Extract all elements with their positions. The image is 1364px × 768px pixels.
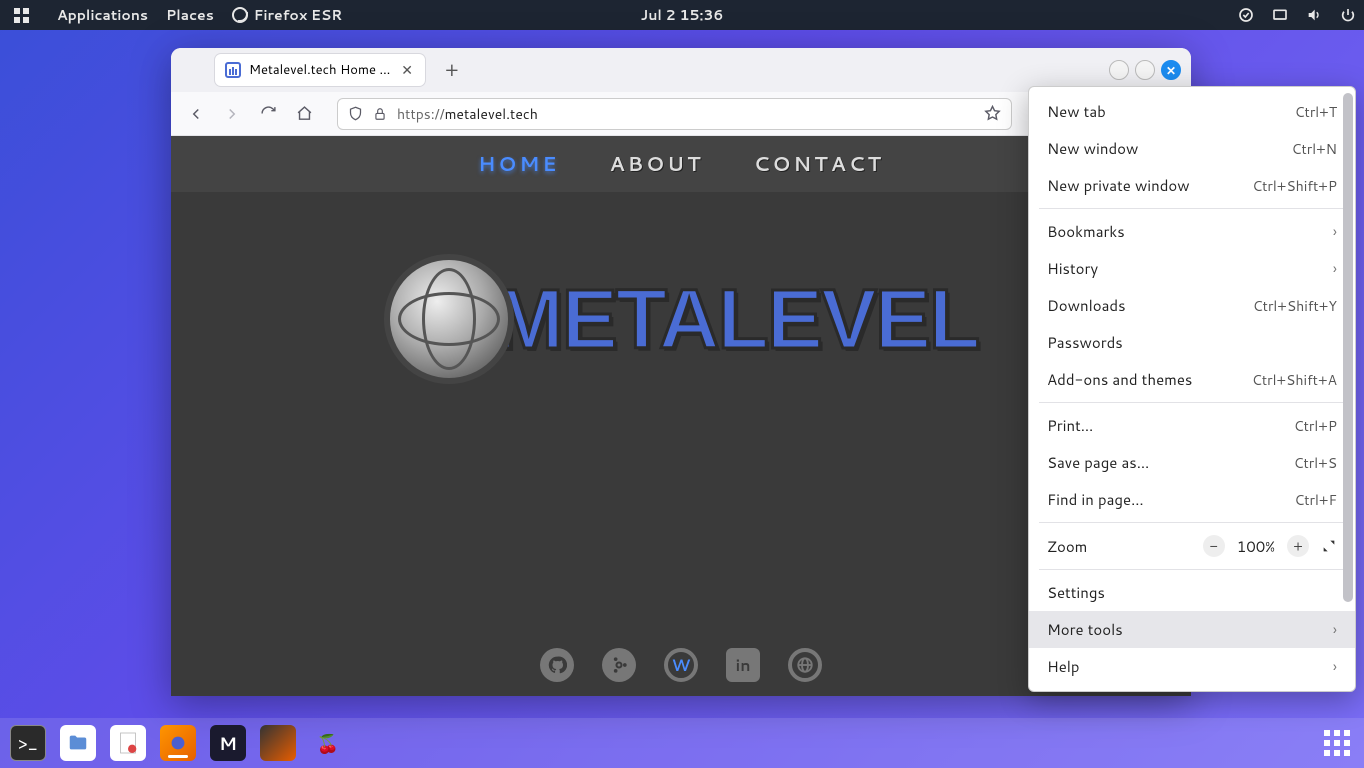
menu-new-window[interactable]: New windowCtrl+N — [1029, 130, 1355, 167]
new-tab-button[interactable]: + — [437, 52, 467, 88]
home-button[interactable] — [289, 99, 319, 129]
globe-icon — [384, 254, 514, 384]
check-circle-icon[interactable] — [1238, 7, 1254, 23]
menu-settings[interactable]: Settings — [1029, 574, 1355, 611]
menu-help[interactable]: Help› — [1029, 648, 1355, 685]
window-close-button[interactable]: ✕ — [1161, 60, 1181, 80]
app-menu: New tabCtrl+T New windowCtrl+N New priva… — [1028, 86, 1356, 692]
tab-title: Metalevel.tech Home Page — [249, 61, 391, 79]
web-icon[interactable] — [788, 648, 822, 682]
nav-contact[interactable]: CONTACT — [754, 150, 884, 178]
dock-terminal[interactable]: >_ — [10, 725, 46, 761]
nav-home[interactable]: HOME — [478, 150, 559, 178]
dock-text-editor[interactable] — [110, 725, 146, 761]
dock-firefox[interactable] — [160, 725, 196, 761]
linkedin-icon[interactable]: in — [726, 648, 760, 682]
dock-metasploit[interactable]: M — [210, 725, 246, 761]
menu-downloads[interactable]: DownloadsCtrl+Shift+Y — [1029, 287, 1355, 324]
menu-history[interactable]: History› — [1029, 250, 1355, 287]
url-text: https://metalevel.tech — [397, 104, 538, 124]
brand-wordmark: METALEVEL — [494, 271, 978, 368]
bookmark-star-icon[interactable] — [984, 105, 1001, 122]
zoom-out-button[interactable]: − — [1203, 535, 1225, 557]
dock-cherry[interactable]: 🍒 — [310, 725, 346, 761]
power-icon[interactable] — [1340, 7, 1356, 23]
window-maximize-button[interactable] — [1135, 60, 1155, 80]
menu-find[interactable]: Find in page…Ctrl+F — [1029, 481, 1355, 518]
menu-addons[interactable]: Add-ons and themesCtrl+Shift+A — [1029, 361, 1355, 398]
reload-button[interactable] — [253, 99, 283, 129]
dock-files[interactable] — [60, 725, 96, 761]
menu-more-tools[interactable]: More tools› — [1029, 611, 1355, 648]
clock[interactable]: Jul 2 15:36 — [641, 5, 724, 25]
social-links: W in — [540, 648, 822, 682]
favicon-icon — [225, 62, 241, 78]
menu-scrollbar[interactable] — [1343, 93, 1353, 685]
screen-icon[interactable] — [1272, 7, 1288, 23]
zoom-in-button[interactable]: + — [1287, 535, 1309, 557]
fullscreen-icon[interactable] — [1321, 538, 1337, 554]
menu-print[interactable]: Print…Ctrl+P — [1029, 407, 1355, 444]
menu-new-private[interactable]: New private windowCtrl+Shift+P — [1029, 167, 1355, 204]
github-icon[interactable] — [540, 648, 574, 682]
chevron-right-icon: › — [1333, 619, 1337, 640]
nav-about[interactable]: ABOUT — [610, 150, 704, 178]
chevron-right-icon: › — [1333, 221, 1337, 242]
firefox-icon — [232, 7, 248, 23]
volume-icon[interactable] — [1306, 7, 1322, 23]
dock: >_ M 🍒 — [0, 718, 1364, 768]
wordpress-icon[interactable]: W — [664, 648, 698, 682]
applications-menu[interactable]: Applications — [57, 5, 148, 25]
topbar-app-firefox[interactable]: Firefox ESR — [232, 5, 342, 25]
places-menu[interactable]: Places — [166, 5, 214, 25]
url-bar[interactable]: https://metalevel.tech — [337, 98, 1012, 130]
show-applications-button[interactable] — [1324, 730, 1350, 756]
tab-metalevel[interactable]: Metalevel.tech Home Page ✕ — [215, 54, 425, 86]
shield-icon — [348, 106, 363, 121]
ubuntu-icon[interactable] — [602, 648, 636, 682]
window-minimize-button[interactable] — [1109, 60, 1129, 80]
lock-icon — [373, 107, 387, 121]
activities-icon[interactable] — [14, 8, 29, 23]
menu-bookmarks[interactable]: Bookmarks› — [1029, 213, 1355, 250]
tab-close-icon[interactable]: ✕ — [399, 60, 415, 80]
menu-new-tab[interactable]: New tabCtrl+T — [1029, 93, 1355, 130]
zoom-value: 100% — [1237, 536, 1275, 557]
menu-passwords[interactable]: Passwords — [1029, 324, 1355, 361]
forward-button[interactable] — [217, 99, 247, 129]
back-button[interactable] — [181, 99, 211, 129]
chevron-right-icon: › — [1333, 258, 1337, 279]
menu-zoom: Zoom − 100% + — [1029, 527, 1355, 565]
chevron-right-icon: › — [1333, 656, 1337, 677]
dock-app-orange[interactable] — [260, 725, 296, 761]
gnome-topbar: Applications Places Firefox ESR Jul 2 15… — [0, 0, 1364, 30]
menu-save[interactable]: Save page as…Ctrl+S — [1029, 444, 1355, 481]
